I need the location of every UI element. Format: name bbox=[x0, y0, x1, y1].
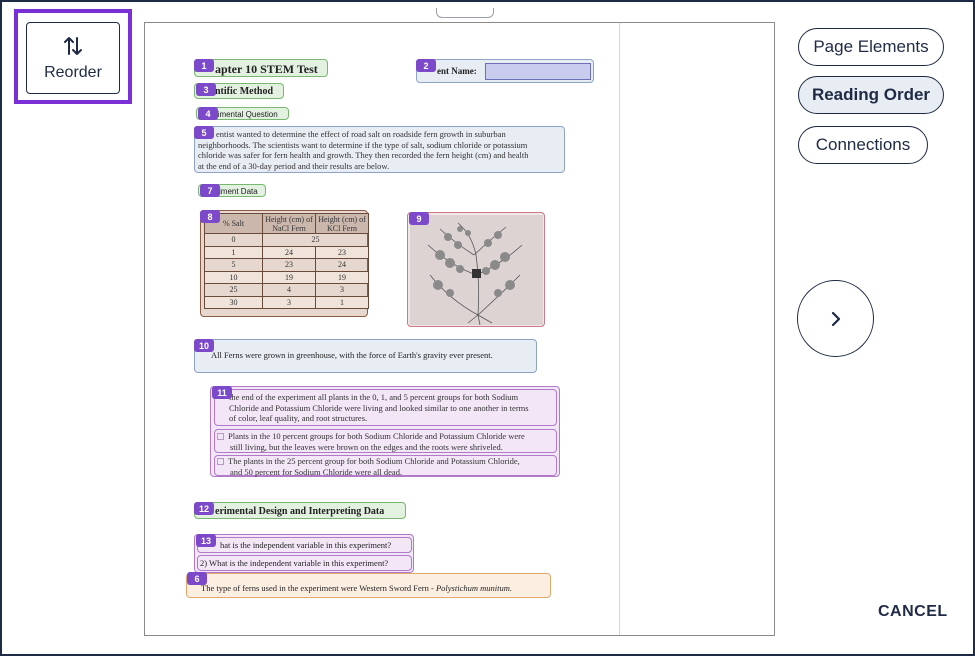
reading-order-badge[interactable]: 9 bbox=[409, 212, 429, 225]
table-header: Height (cm) of NaCl Fern bbox=[262, 213, 316, 234]
table-row: 25 4 3 bbox=[204, 283, 369, 297]
page-elements-button[interactable]: Page Elements bbox=[798, 28, 944, 66]
reading-order-badge[interactable]: 11 bbox=[212, 386, 232, 399]
list-item[interactable]: the end of the experiment all plants in … bbox=[214, 389, 557, 426]
checkbox-icon bbox=[217, 458, 224, 465]
next-button[interactable] bbox=[797, 280, 874, 357]
reading-order-badge[interactable]: 12 bbox=[194, 502, 214, 515]
reading-order-badge[interactable]: 7 bbox=[200, 184, 220, 197]
reading-order-button[interactable]: Reading Order bbox=[798, 76, 944, 114]
region-2-name-field[interactable]: ent Name: bbox=[416, 59, 594, 83]
reorder-label: Reorder bbox=[44, 64, 102, 81]
list-item[interactable]: 2) What is the independent variable in t… bbox=[197, 555, 412, 571]
region-5-paragraph[interactable]: entist wanted to determine the effect of… bbox=[194, 126, 565, 173]
cancel-button[interactable]: CANCEL bbox=[878, 603, 948, 621]
name-input-box[interactable] bbox=[485, 63, 591, 80]
page-edge-divider bbox=[619, 23, 620, 635]
reading-order-badge[interactable]: 10 bbox=[194, 339, 214, 352]
reorder-arrows-icon bbox=[64, 37, 82, 55]
reorder-button[interactable]: Reorder bbox=[26, 22, 120, 94]
reading-order-badge[interactable]: 2 bbox=[416, 59, 436, 72]
region-10-statement[interactable]: All Ferns were grown in greenhouse, with… bbox=[194, 339, 537, 373]
checkbox-icon bbox=[217, 433, 224, 440]
region-6-caption[interactable]: The type of ferns used in the experiment… bbox=[186, 573, 551, 598]
fern-illustration bbox=[410, 215, 543, 326]
region-1-title[interactable]: apter 10 STEM Test bbox=[194, 59, 328, 77]
table-row: 0 25 bbox=[204, 233, 369, 247]
reading-order-badge[interactable]: 3 bbox=[196, 83, 216, 96]
table-header: Height (cm) of KCl Fern bbox=[315, 213, 369, 234]
reading-order-badge[interactable]: 4 bbox=[198, 107, 218, 120]
connections-button[interactable]: Connections bbox=[798, 126, 928, 164]
region-13-questions[interactable]: hat is the independent variable in this … bbox=[194, 534, 414, 573]
region-12-heading[interactable]: erimental Design and Interpreting Data bbox=[194, 502, 406, 519]
reading-order-badge[interactable]: 1 bbox=[194, 59, 214, 72]
viewer-drag-handle[interactable] bbox=[436, 8, 494, 18]
chevron-right-icon bbox=[831, 311, 840, 326]
list-item[interactable]: hat is the independent variable in this … bbox=[197, 537, 412, 553]
reading-order-badge[interactable]: 6 bbox=[187, 572, 207, 585]
reading-order-badge[interactable]: 5 bbox=[194, 126, 214, 139]
region-11-list[interactable]: the end of the experiment all plants in … bbox=[210, 386, 560, 477]
reading-order-badge[interactable]: 13 bbox=[196, 534, 216, 547]
reading-order-badge[interactable]: 8 bbox=[200, 210, 220, 223]
table-row: 5 23 24 bbox=[204, 258, 369, 272]
table-row: 30 3 1 bbox=[204, 295, 369, 309]
table-row: 10 19 19 bbox=[204, 270, 369, 284]
list-item[interactable]: The plants in the 25 percent group for b… bbox=[214, 455, 557, 477]
list-item[interactable]: Plants in the 10 percent groups for both… bbox=[214, 429, 557, 453]
table-row: 1 24 23 bbox=[204, 245, 369, 259]
data-table: % Salt Height (cm) of NaCl Fern Height (… bbox=[204, 213, 369, 309]
